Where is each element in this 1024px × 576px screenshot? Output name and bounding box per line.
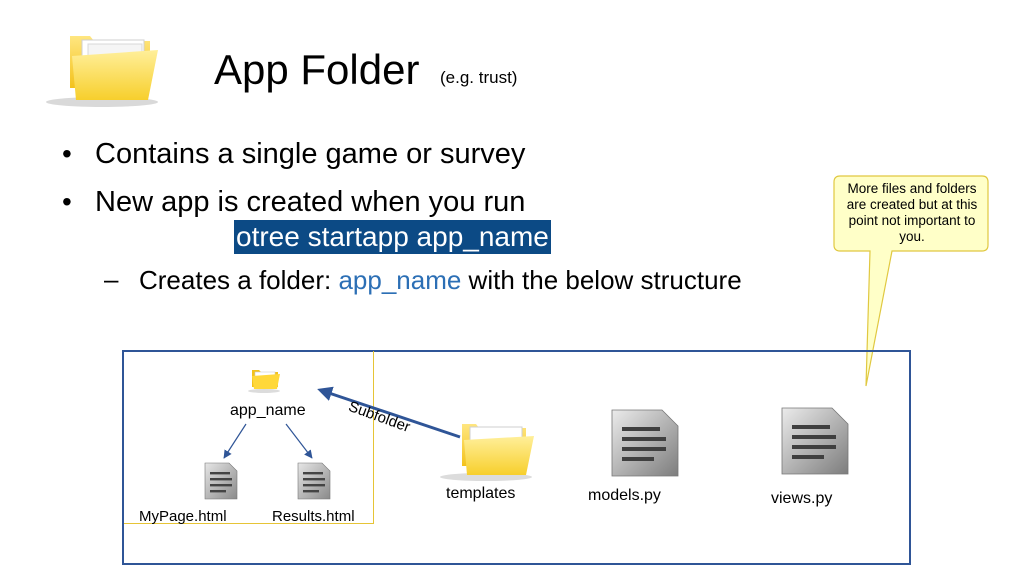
file-label-templates: templates [446, 485, 516, 502]
document-icon [297, 462, 331, 500]
folder-icon [46, 36, 158, 107]
sub-bullet-code: app_name [338, 265, 462, 295]
file-label-views: views.py [771, 490, 833, 507]
folder-icon [248, 370, 280, 393]
callout-text: More files and folders are created but a… [846, 181, 978, 244]
app-folder-label: app_name [230, 402, 306, 419]
document-icon [611, 409, 679, 477]
sub-bullet: Creates a folder: app_name with the belo… [139, 264, 742, 296]
bullet-marker: • [62, 186, 72, 217]
command-highlight: otree startapp app_name [234, 220, 551, 254]
sub-bullet-suffix: with the below structure [461, 265, 742, 295]
sub-bullet-prefix: Creates a folder: [139, 265, 339, 295]
file-label-models: models.py [588, 487, 661, 504]
file-label-results: Results.html [272, 508, 355, 525]
folder-icon [440, 424, 534, 481]
bullet-marker: • [62, 138, 72, 169]
slide-title: App Folder [214, 46, 420, 93]
document-icon [781, 407, 849, 475]
document-icon [204, 462, 238, 500]
bullet-2: New app is created when you run [95, 186, 526, 218]
bullet-1: Contains a single game or survey [95, 138, 526, 170]
file-label-mypage: MyPage.html [139, 508, 227, 525]
slide-subtitle: (e.g. trust) [440, 68, 518, 87]
sub-bullet-dash: – [104, 264, 119, 294]
